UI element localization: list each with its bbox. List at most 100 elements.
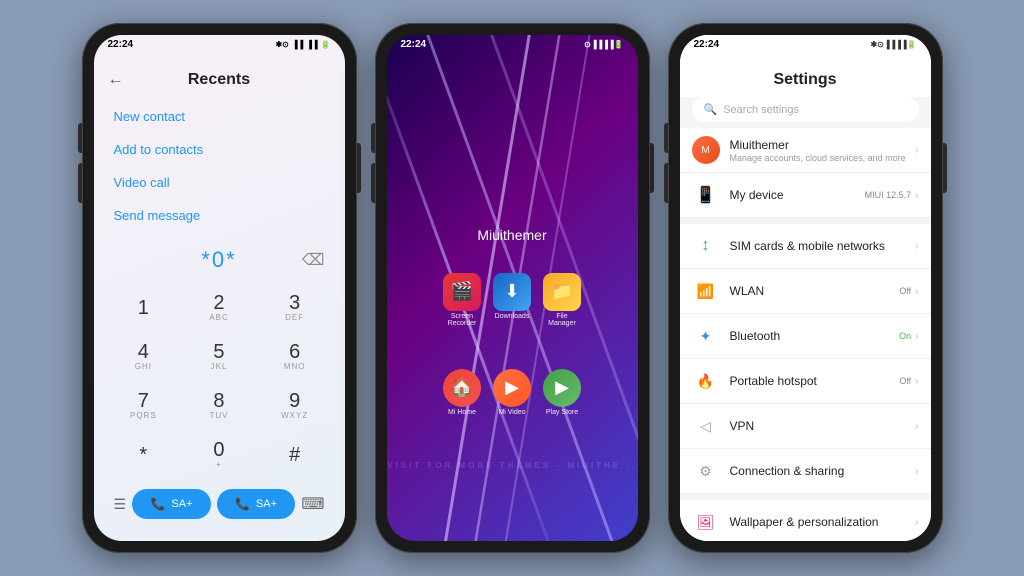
phone3-screen: 22:24 ✱⊙▐▐▐▐🔋 Settings 🔍 Search settings [680,35,931,541]
bluetooth-right: On › [899,331,918,342]
my-device-chevron: › [915,190,918,201]
dialpad-key-1[interactable]: 1 [108,285,180,330]
wallpaper-chevron: › [915,517,918,528]
status-time-3: 22:24 [694,39,720,50]
my-device-icon: 📱 [692,181,720,209]
call-button-2[interactable]: 📞 SA+ [217,489,295,519]
hotspot-chevron: › [915,376,918,387]
my-device-right: MIUI 12.5.7 › [865,190,919,201]
sim-icon: ↕ [692,232,720,260]
mi-home-icon: 🏠 [443,369,481,407]
downloads-icon: ⬇ [493,273,531,311]
dialpad-key-0[interactable]: 0+ [183,432,255,477]
wlan-right: Off › [899,286,918,297]
back-button[interactable]: ← [108,71,124,89]
settings-connection[interactable]: ⚙ Connection & sharing › [680,449,931,494]
hotspot-icon: 🔥 [692,367,720,395]
status-time-1: 22:24 [108,39,134,50]
dialpad-key-9[interactable]: 9WXYZ [259,383,331,428]
my-device-title: My device [730,188,865,202]
hotspot-right: Off › [899,376,918,387]
home-apps-row1: 🎬 ScreenRecorder ⬇ Downloads 📁 FileManag… [443,273,581,327]
dialpad-key-3[interactable]: 3DEF [259,285,331,330]
bluetooth-chevron: › [915,331,918,342]
dialpad-key-7[interactable]: 7PQRS [108,383,180,428]
phone2-screen: 22:24 ⊙▐▐▐▐🔋 Miuithemer 🎬 ScreenRecorder… [387,35,638,541]
dialpad-key-star[interactable]: * [108,432,180,477]
profile-content: Miuithemer Manage accounts, cloud servic… [730,138,916,163]
wlan-badge: Off [899,286,911,296]
app-downloads[interactable]: ⬇ Downloads [493,273,531,327]
new-contact-link[interactable]: New contact [114,105,325,128]
play-store-icon: ▶ [543,369,581,407]
hotspot-badge: Off [899,376,911,386]
settings-wlan[interactable]: 📶 WLAN Off › [680,269,931,314]
profile-avatar: M [692,136,720,164]
home-username: Miuithemer [387,227,638,243]
power-button [357,143,361,193]
mi-video-label: Mi Video [498,409,525,416]
power-button-3 [943,143,947,193]
settings-bluetooth[interactable]: ✦ Bluetooth On › [680,314,931,359]
status-bar-3: 22:24 ✱⊙▐▐▐▐🔋 [680,35,931,52]
wallpaper-content: Wallpaper & personalization [730,515,916,529]
phone-icon-2: 📞 [235,497,250,511]
app-play-store[interactable]: ▶ Play Store [543,369,581,416]
vpn-content: VPN [730,419,916,433]
search-placeholder: Search settings [723,104,799,116]
call-label-1: SA+ [171,498,192,510]
bluetooth-badge: On [899,331,911,341]
backspace-button[interactable]: ⌫ [302,250,325,270]
dialpad-key-8[interactable]: 8TUV [183,383,255,428]
phone-frame-2: 22:24 ⊙▐▐▐▐🔋 Miuithemer 🎬 ScreenRecorder… [375,23,650,553]
search-icon: 🔍 [704,103,718,116]
volume-up-button [78,123,82,153]
mi-video-icon: ▶ [493,369,531,407]
dialpad-icon[interactable]: ⌨ [301,494,324,514]
volume-up-button-2 [371,123,375,153]
dialpad-key-4[interactable]: 4GHI [108,334,180,379]
connection-content: Connection & sharing [730,464,916,478]
downloads-label: Downloads [495,313,530,320]
profile-subtitle: Manage accounts, cloud services, and mor… [730,153,916,163]
call-button-1[interactable]: 📞 SA+ [132,489,210,519]
app-file-manager[interactable]: 📁 FileManager [543,273,581,327]
hotspot-content: Portable hotspot [730,374,900,388]
screen-recorder-icon: 🎬 [443,273,481,311]
settings-my-device[interactable]: 📱 My device MIUI 12.5.7 › [680,173,931,218]
app-mi-video[interactable]: ▶ Mi Video [493,369,531,416]
dialpad-key-6[interactable]: 6MNO [259,334,331,379]
app-mi-home[interactable]: 🏠 Mi Home [443,369,481,416]
send-message-link[interactable]: Send message [114,204,325,227]
dialpad-bottom: ☰ 📞 SA+ 📞 SA+ ⌨ [94,481,345,527]
settings-list: M Miuithemer Manage accounts, cloud serv… [680,128,931,541]
menu-icon[interactable]: ☰ [114,496,127,513]
dialpad-number: *0* [201,247,236,273]
volume-down-button [78,163,82,203]
settings-wallpaper[interactable]: 🖼 Wallpaper & personalization › [680,500,931,541]
settings-hotspot[interactable]: 🔥 Portable hotspot Off › [680,359,931,404]
phone-icon-1: 📞 [150,497,165,511]
bluetooth-content: Bluetooth [730,329,900,343]
settings-vpn[interactable]: ◁ VPN › [680,404,931,449]
watermark: VISIT FOR MORE THEMES - MIUITHE... [387,461,638,470]
profile-right: › [915,145,918,156]
dialpad-key-2[interactable]: 2ABC [183,285,255,330]
dialpad-key-5[interactable]: 5JKL [183,334,255,379]
video-call-link[interactable]: Video call [114,171,325,194]
settings-search[interactable]: 🔍 Search settings [692,97,919,122]
profile-name: Miuithemer [730,138,916,152]
wlan-title: WLAN [730,284,900,298]
settings-sim[interactable]: ↕ SIM cards & mobile networks › [680,224,931,269]
sim-title: SIM cards & mobile networks [730,239,916,253]
volume-down-button-2 [371,163,375,203]
add-to-contacts-link[interactable]: Add to contacts [114,138,325,161]
volume-up-button-3 [664,123,668,153]
app-screen-recorder[interactable]: 🎬 ScreenRecorder [443,273,481,327]
connection-title: Connection & sharing [730,464,916,478]
dialpad-key-hash[interactable]: # [259,432,331,477]
volume-down-button-3 [664,163,668,203]
settings-profile-item[interactable]: M Miuithemer Manage accounts, cloud serv… [680,128,931,173]
status-icons-3: ✱⊙▐▐▐▐🔋 [870,40,916,49]
play-store-label: Play Store [546,409,578,416]
